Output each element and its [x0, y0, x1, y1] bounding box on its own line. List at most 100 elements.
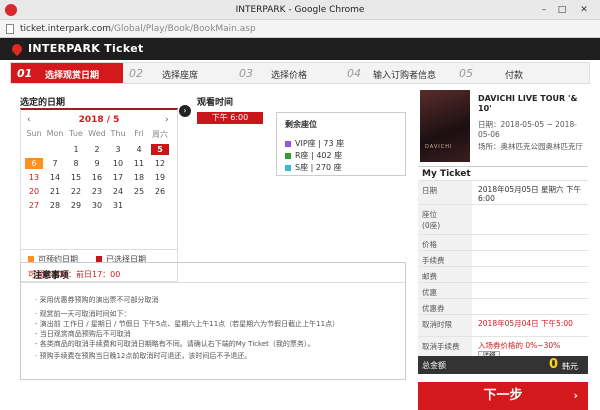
- step-number: 04: [347, 67, 361, 80]
- info-key: 座位 (0座): [418, 205, 472, 234]
- calendar-day: 15: [70, 173, 82, 182]
- info-value: 2018年05月04日 下午5:00: [478, 319, 573, 328]
- calendar-month: 2018 / 5: [78, 115, 120, 125]
- calendar-day: 3: [115, 145, 121, 154]
- calendar-day: 8: [73, 159, 79, 168]
- step-number: 05: [459, 67, 473, 80]
- seat-count: R座 | 402 座: [295, 151, 343, 160]
- venue-value: 奥林匹克公园奥林匹克厅: [500, 142, 584, 151]
- next-button-label: 下一步: [483, 388, 523, 403]
- step-payment: 05 付款: [457, 63, 589, 83]
- notice-title: 注意事项: [21, 263, 405, 283]
- prev-month-button[interactable]: ‹: [27, 115, 31, 125]
- url-path: /Global/Play/Book/BookMain.asp: [111, 24, 256, 34]
- remaining-seats-panel: 剩余座位 VIP座 | 73 座 R座 | 402 座 S座 | 270 座: [276, 112, 406, 176]
- calendar-day: 25: [133, 187, 145, 196]
- step-seat: 02 选择座席: [125, 63, 235, 83]
- step-number: 01: [17, 67, 33, 80]
- seat-color-swatch: [285, 140, 291, 147]
- window-titlebar: INTERPARK - Google Chrome – □ ✕: [0, 0, 600, 20]
- calendar-day: 19: [154, 173, 166, 182]
- seat-color-swatch: [285, 164, 291, 171]
- brand-logo: INTERPARK Ticket: [28, 42, 144, 55]
- step-label: 选择价格: [271, 71, 308, 81]
- show-title: DAVICHI LIVE TOUR '& 10': [478, 94, 578, 113]
- calendar-day: 31: [112, 201, 124, 210]
- minimize-button[interactable]: –: [536, 3, 552, 17]
- info-key: 优惠券: [418, 299, 472, 314]
- notice-line: · 预购手续费在预购当日晚12点前取消时可退还，该时间后不予退还。: [35, 352, 252, 360]
- calendar-day: 4: [136, 145, 142, 154]
- total-unit: 韩元: [562, 362, 578, 371]
- info-row-postage: 邮费: [418, 266, 588, 282]
- show-venue: 场所：奥林匹克公园奥林匹克厅: [478, 142, 588, 152]
- poster-text: DAVICHI: [425, 144, 453, 150]
- address-bar[interactable]: ticket.interpark.com/Global/Play/Book/Bo…: [0, 20, 600, 38]
- info-row-seat: 座位 (0座): [418, 204, 588, 234]
- time-option[interactable]: 下午 6:00: [197, 112, 263, 124]
- chevron-right-icon: ›: [573, 389, 578, 402]
- calendar-day[interactable]: 6: [25, 158, 43, 169]
- next-month-button[interactable]: ›: [165, 115, 169, 125]
- calendar-day: 17: [112, 173, 124, 182]
- calendar-day: 2: [94, 145, 100, 154]
- calendar-day: 27: [28, 201, 40, 210]
- calendar-day: 16: [91, 173, 103, 182]
- url-domain: ticket.interpark.com: [20, 24, 111, 34]
- info-row-coupon: 优惠券: [418, 298, 588, 314]
- time-panel: 观看时间 下午 6:00: [197, 95, 267, 124]
- weekday-label: Fri: [134, 129, 144, 138]
- info-value: 2018年05月05日 星期六 下午 6:00: [478, 185, 581, 203]
- interpark-heart-icon: [9, 41, 25, 57]
- calendar-day: 29: [70, 201, 82, 210]
- calendar-day: 14: [49, 173, 61, 182]
- show-dates: 日期：2018-05-05 ~ 2018-05-06: [478, 120, 588, 140]
- page-icon: [6, 24, 14, 34]
- next-button[interactable]: 下一步 ›: [418, 382, 588, 410]
- url-text[interactable]: ticket.interpark.com/Global/Play/Book/Bo…: [20, 24, 256, 34]
- total-row: 总金额 0 韩元: [418, 356, 588, 374]
- notice-line: - 各类商品的取消手续费和可取消日期略有不同。请确认右下端的My Ticket（…: [35, 340, 315, 348]
- my-ticket-heading: My Ticket: [418, 166, 588, 180]
- calendar-day: 10: [112, 159, 124, 168]
- time-section-label: 观看时间: [197, 98, 234, 108]
- weekday-label: Mon: [46, 129, 64, 138]
- notice-box: 注意事项 · 采用优惠券预购的演出票不可部分取消 · 观赏前一天可取消时间如下：…: [20, 262, 406, 380]
- step-number: 02: [129, 67, 143, 80]
- close-button[interactable]: ✕: [572, 3, 596, 17]
- calendar-day: 26: [154, 187, 166, 196]
- date-section-label: 选定的日期: [20, 98, 66, 108]
- notice-line: · 观赏前一天可取消时间如下：: [35, 310, 131, 318]
- calendar-day[interactable]: 5: [151, 144, 169, 155]
- window-title: INTERPARK - Google Chrome: [235, 5, 365, 15]
- calendar-day: 11: [133, 159, 145, 168]
- weekday-label: 周六: [152, 130, 168, 139]
- calendar: ‹ 2018 / 5 › Sun Mon Tue Wed Thu Fri 周六 1 2 3 4 5 6 7…: [20, 108, 178, 250]
- info-row-discount: 优惠: [418, 282, 588, 298]
- calendar-day: 9: [94, 159, 100, 168]
- weekday-label: Tue: [69, 129, 83, 138]
- notice-line: - 当日观赏商品预购后不可取消: [35, 330, 131, 338]
- step-label: 付款: [505, 71, 524, 81]
- step-buyer-info: 04 输入订购者信息: [345, 63, 457, 83]
- seat-color-swatch: [285, 152, 291, 159]
- arrow-right-icon: ›: [179, 105, 191, 117]
- seats-header: 剩余座位: [285, 120, 317, 129]
- show-poster: DAVICHI: [420, 90, 470, 162]
- info-key: 日期: [418, 181, 472, 204]
- info-row-price: 价格: [418, 234, 588, 250]
- calendar-day: 20: [28, 187, 40, 196]
- date-label: 日期：: [478, 120, 501, 129]
- info-row-fee: 手续费: [418, 250, 588, 266]
- step-price: 03 选择价格: [237, 63, 345, 83]
- total-amount: 0: [548, 357, 558, 372]
- info-row-cancel-deadline: 取消时限 2018年05月04日 下午5:00: [418, 314, 588, 336]
- calendar-day: 12: [154, 159, 166, 168]
- seat-row-vip: VIP座 | 73 座: [285, 138, 344, 148]
- calendar-day: 28: [49, 201, 61, 210]
- date-panel: 选定的日期 ‹ 2018 / 5 › Sun Mon Tue Wed Thu Fri 周六 1…: [20, 95, 178, 282]
- maximize-button[interactable]: □: [554, 3, 570, 17]
- seat-count: VIP座 | 73 座: [295, 139, 345, 148]
- step-date: 01 选择观赏日期: [11, 63, 123, 83]
- calendar-day: 13: [28, 173, 40, 182]
